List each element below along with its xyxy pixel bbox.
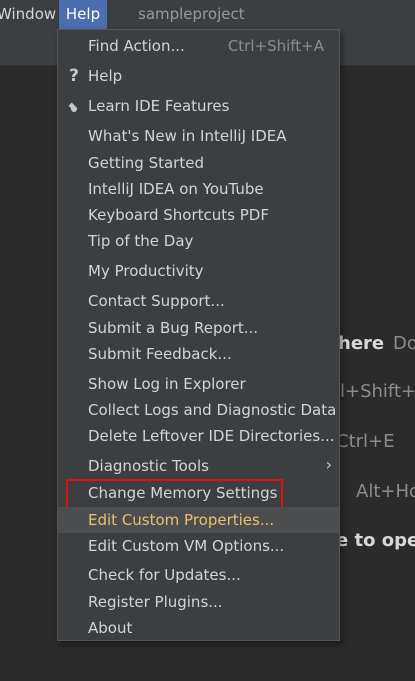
- menu-item-label: Change Memory Settings: [88, 484, 278, 502]
- help-dropdown-menu: Find Action... Ctrl+Shift+A ? Help Learn…: [57, 29, 340, 641]
- menu-item-learn-ide-features[interactable]: Learn IDE Features: [58, 93, 339, 119]
- menu-item-label: About: [88, 619, 133, 637]
- editor-hint-search: here: [338, 333, 385, 354]
- question-mark-icon: ?: [69, 66, 79, 86]
- menu-item-label: Collect Logs and Diagnostic Data: [88, 401, 337, 419]
- graduation-cap-icon: [66, 93, 82, 119]
- menu-item-label: Delete Leftover IDE Directories...: [88, 427, 335, 445]
- project-title: sampleproject: [138, 5, 245, 23]
- menu-item-label: Tip of the Day: [88, 232, 194, 250]
- menu-item-submit-bug-report[interactable]: Submit a Bug Report...: [58, 315, 339, 341]
- menu-item-label: My Productivity: [88, 262, 204, 280]
- editor-hint-drop-files: e to oper: [336, 530, 415, 551]
- menu-item-label: Help: [88, 67, 123, 85]
- menu-item-label: Edit Custom Properties...: [88, 511, 275, 529]
- menu-item-check-for-updates[interactable]: Check for Updates...: [58, 562, 339, 588]
- menu-window[interactable]: Window: [0, 0, 56, 29]
- menu-item-my-productivity[interactable]: My Productivity: [58, 258, 339, 284]
- editor-hint-nav-shortcut: Alt+Ho: [356, 481, 415, 502]
- menu-item-tip-of-the-day[interactable]: Tip of the Day: [58, 228, 339, 254]
- menu-item-youtube[interactable]: IntelliJ IDEA on YouTube: [58, 176, 339, 202]
- menu-item-register-plugins[interactable]: Register Plugins...: [58, 589, 339, 615]
- menu-item-label: Check for Updates...: [88, 566, 241, 584]
- menu-item-contact-support[interactable]: Contact Support...: [58, 288, 339, 314]
- menu-item-label: Submit Feedback...: [88, 345, 232, 363]
- menu-item-shortcut: Ctrl+Shift+A: [227, 37, 324, 55]
- menu-item-label: Find Action...: [88, 37, 185, 55]
- editor-hint-recent-shortcut: Ctrl+E: [336, 431, 395, 452]
- menu-item-help[interactable]: ? Help: [58, 63, 339, 89]
- menu-item-whats-new[interactable]: What's New in IntelliJ IDEA: [58, 123, 339, 149]
- editor-hint-goto-shortcut: l+Shift+: [340, 381, 415, 402]
- menu-item-label: Edit Custom VM Options...: [88, 537, 285, 555]
- menu-item-diagnostic-tools[interactable]: Diagnostic Tools ›: [58, 453, 339, 479]
- menu-item-edit-custom-vm-options[interactable]: Edit Custom VM Options...: [58, 533, 339, 559]
- menu-item-show-log[interactable]: Show Log in Explorer: [58, 371, 339, 397]
- menu-item-label: Register Plugins...: [88, 593, 223, 611]
- menu-item-delete-leftover-dirs[interactable]: Delete Leftover IDE Directories...: [58, 423, 339, 449]
- menu-item-label: Diagnostic Tools: [88, 457, 209, 475]
- menu-item-label: Learn IDE Features: [88, 97, 230, 115]
- menu-bar: Window Help sampleproject: [0, 0, 415, 29]
- chevron-right-icon: ›: [325, 455, 332, 474]
- menu-item-submit-feedback[interactable]: Submit Feedback...: [58, 341, 339, 367]
- editor-hint-search-shortcut: Do: [393, 333, 415, 354]
- menu-item-label: Getting Started: [88, 154, 204, 172]
- menu-item-label: IntelliJ IDEA on YouTube: [88, 180, 264, 198]
- menu-item-getting-started[interactable]: Getting Started: [58, 150, 339, 176]
- menu-item-find-action[interactable]: Find Action... Ctrl+Shift+A: [58, 33, 339, 59]
- menu-item-about[interactable]: About: [58, 615, 339, 641]
- menu-item-collect-logs[interactable]: Collect Logs and Diagnostic Data: [58, 397, 339, 423]
- menu-item-keyboard-shortcuts-pdf[interactable]: Keyboard Shortcuts PDF: [58, 202, 339, 228]
- menu-item-label: Submit a Bug Report...: [88, 319, 259, 337]
- menu-help[interactable]: Help: [59, 0, 107, 29]
- menu-item-change-memory-settings[interactable]: Change Memory Settings: [58, 480, 339, 506]
- menu-item-label: What's New in IntelliJ IDEA: [88, 127, 287, 145]
- menu-item-label: Contact Support...: [88, 292, 225, 310]
- menu-item-label: Show Log in Explorer: [88, 375, 246, 393]
- menu-item-label: Keyboard Shortcuts PDF: [88, 206, 269, 224]
- menu-item-edit-custom-properties[interactable]: Edit Custom Properties...: [58, 507, 339, 533]
